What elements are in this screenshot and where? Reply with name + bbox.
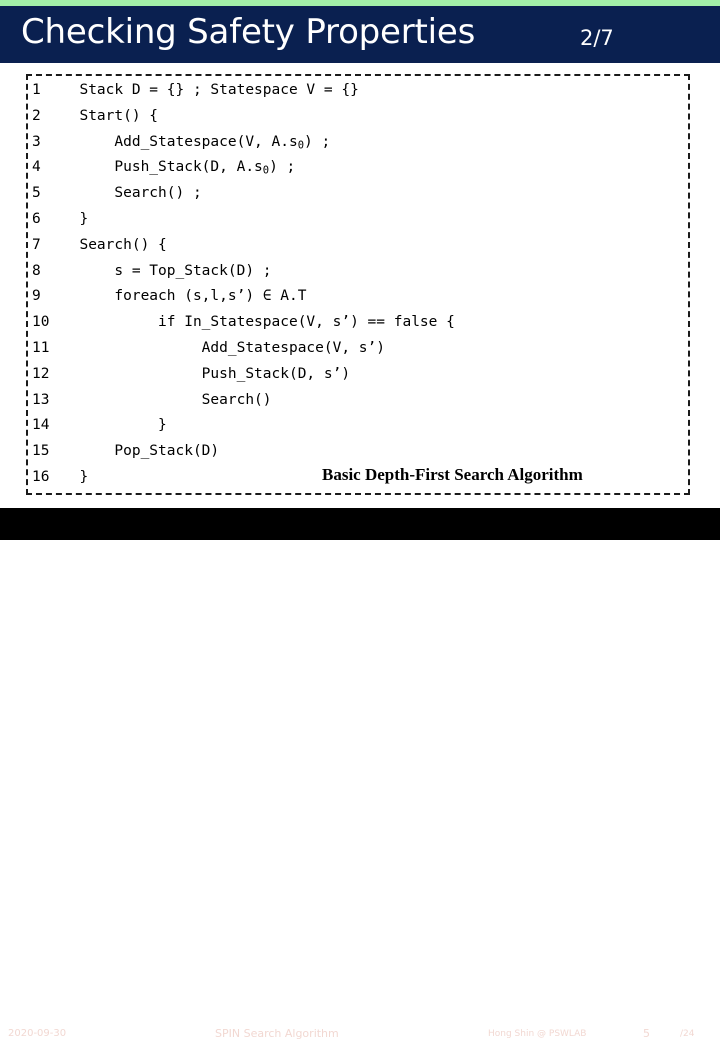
code-line-number: 8 [32,262,41,279]
footer-page-number: 5 [643,1027,650,1040]
code-line: 8 s = Top_Stack(D) ; [32,259,688,285]
code-line-number: 15 [32,443,50,460]
code-line-text: Start() { [62,107,159,124]
code-line-text: Add_Statespace(V, s’) [62,339,386,356]
code-line-text: foreach (s,l,s’) ∈ A.T [62,288,307,305]
step-counter: 2/7 [580,26,614,50]
code-line-number: 12 [32,365,50,382]
code-line-text: Pop_Stack(D) [62,443,220,460]
code-line-number: 14 [32,417,50,434]
code-line-number: 3 [32,133,41,150]
code-line-number: 5 [32,185,41,202]
code-line-text: } [62,468,89,485]
code-line-text: } [62,210,89,227]
code-line: 14 } [32,413,688,439]
code-line-text: s = Top_Stack(D) ; [62,262,272,279]
footer-deck-title: SPIN Search Algorithm [215,1027,339,1040]
code-line-text: if In_Statespace(V, s’) == false { [62,314,455,331]
code-line-number: 11 [32,339,50,356]
code-line: 3 Add_Statespace(V, A.s0) ; [32,130,688,156]
code-line-text-tail: ) ; [269,159,296,176]
footer-date: 2020-09-30 [8,1028,67,1039]
code-line: 9 foreach (s,l,s’) ∈ A.T [32,284,688,310]
footer-author: Hong Shin @ PSWLAB [488,1029,587,1039]
code-line: 15 Pop_Stack(D) [32,439,688,465]
code-line-text: Add_Statespace(V, A.s [62,133,298,150]
code-line: 5 Search() ; [32,181,688,207]
code-line: 6 } [32,207,688,233]
code-line-text: Search() [62,391,272,408]
code-line-number: 6 [32,210,41,227]
code-line-number: 13 [32,391,50,408]
code-line-number: 2 [32,107,41,124]
code-line-text: } [62,417,167,434]
code-line-text: Search() { [62,236,167,253]
code-listing: 1 Stack D = {} ; Statespace V = {} 2 Star… [32,78,688,491]
code-line: 10 if In_Statespace(V, s’) == false { [32,310,688,336]
code-line-text: Stack D = {} ; Statespace V = {} [62,82,359,98]
code-line-text: Push_Stack(D, s’) [62,365,351,382]
code-line-number: 1 [32,82,41,98]
page-title: Checking Safety Properties [21,12,476,52]
footer-bar: 2020-09-30 SPIN Search Algorithm Hong Sh… [0,508,720,1040]
slide-title-bar: Checking Safety Properties 2/7 [0,6,720,63]
algorithm-caption: Basic Depth-First Search Algorithm [322,465,583,484]
code-line: 13 Search() [32,388,688,414]
code-line-number: 4 [32,159,41,176]
code-line-number: 16 [32,468,50,485]
footer-page-total: /24 [680,1029,695,1039]
code-line: 1 Stack D = {} ; Statespace V = {} [32,78,688,104]
code-line: 2 Start() { [32,104,688,130]
code-line-number: 7 [32,236,41,253]
code-line: 4 Push_Stack(D, A.s0) ; [32,155,688,181]
code-line-text: Push_Stack(D, A.s [62,159,263,176]
code-line-number: 10 [32,314,50,331]
code-line: 7 Search() { [32,233,688,259]
code-line: 12 Push_Stack(D, s’) [32,362,688,388]
code-line-number: 9 [32,288,41,305]
code-line-text: Search() ; [62,185,202,202]
code-line: 11 Add_Statespace(V, s’) [32,336,688,362]
code-line-text-tail: ) ; [304,133,331,150]
